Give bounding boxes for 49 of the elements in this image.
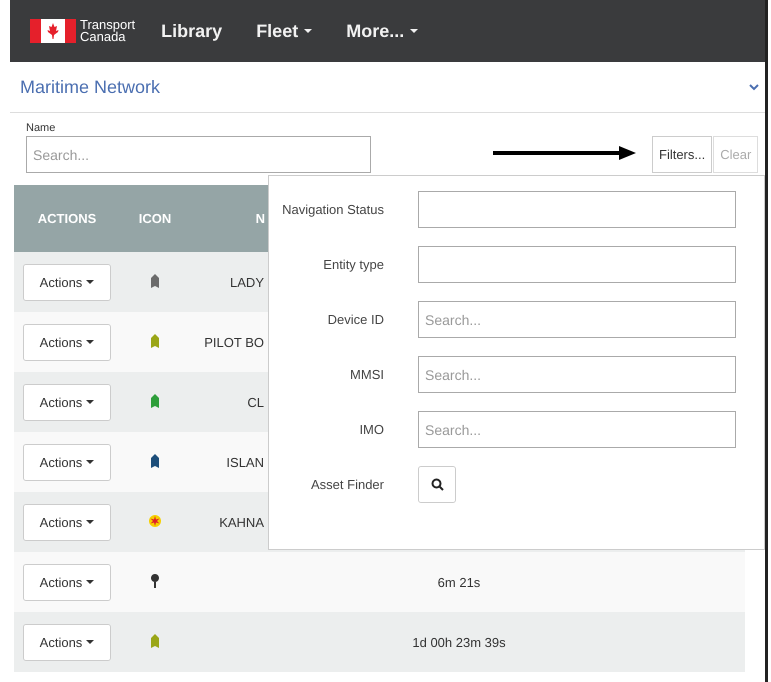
boat-icon [151, 634, 159, 648]
nav-menu-item[interactable]: More... [338, 20, 426, 42]
arrow-icon [493, 146, 636, 160]
vessel-name: KAHNA [219, 514, 264, 530]
filter-input[interactable]: Search... [418, 356, 736, 393]
filter-label: MMSI [349, 366, 384, 384]
boat-icon [151, 334, 159, 348]
filter-input[interactable]: Search... [418, 301, 736, 338]
time-text: 6m 21s [438, 574, 480, 590]
chevron-down-icon[interactable] [749, 84, 759, 90]
actions-dropdown[interactable]: Actions [23, 324, 111, 360]
star-icon [149, 514, 161, 526]
filter-label: Navigation Status [281, 200, 384, 219]
flag-icon [30, 19, 76, 43]
filter-input[interactable] [418, 191, 736, 228]
filter-label: Device ID [326, 310, 384, 328]
search-field[interactable]: Search... [26, 136, 371, 173]
brand-text: Transport [80, 19, 136, 31]
search-button[interactable] [418, 466, 456, 503]
actions-dropdown[interactable]: Actions [23, 624, 111, 660]
vessel-name: LADY [230, 274, 264, 290]
filter-label: IMO [358, 420, 384, 438]
filter-input[interactable] [418, 246, 736, 283]
boat-icon [151, 394, 159, 408]
pin-icon [151, 574, 159, 588]
field-label: Name [26, 122, 56, 134]
column-header: N [256, 211, 265, 226]
panel-title: Maritime Network [20, 76, 160, 98]
actions-dropdown[interactable]: Actions [23, 504, 111, 540]
filters-button[interactable]: Filters... [652, 136, 712, 173]
nav-menu-item[interactable]: Fleet [248, 20, 320, 42]
filter-label: Entity type [322, 256, 384, 274]
nav-menu-item[interactable]: Library [153, 20, 230, 42]
actions-dropdown[interactable]: Actions [23, 564, 111, 600]
boat-icon [151, 454, 159, 468]
search-icon [430, 478, 444, 491]
brand-text: Canada [80, 31, 126, 43]
column-header: ACTIONS [38, 211, 96, 226]
filter-input[interactable]: Search... [418, 411, 736, 448]
vessel-name: ISLAN [226, 454, 264, 470]
time-text: 1d 00h 23m 39s [412, 634, 506, 650]
actions-dropdown[interactable]: Actions [23, 384, 111, 420]
actions-dropdown[interactable]: Actions [23, 264, 111, 300]
filter-label: Asset Finder [310, 476, 384, 494]
boat-icon [151, 274, 159, 288]
vessel-name: PILOT BO [204, 334, 264, 350]
column-header: ICON [138, 211, 172, 226]
vessel-name: CL [247, 394, 264, 410]
actions-dropdown[interactable]: Actions [23, 444, 111, 480]
